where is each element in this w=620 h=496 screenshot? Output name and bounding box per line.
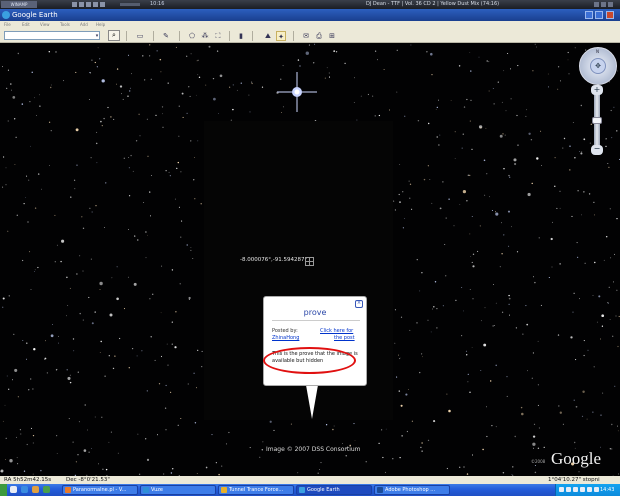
author-link[interactable]: ZhinaHong (272, 335, 299, 341)
zoom-slider-thumb[interactable] (592, 117, 602, 124)
post-link-line2[interactable]: the post (334, 335, 355, 341)
tray-icon[interactable] (566, 487, 571, 492)
post-link-line1[interactable]: Click here for (320, 328, 353, 334)
balloon-divider (272, 320, 360, 321)
start-button[interactable] (0, 484, 7, 496)
status-dec: Dec -8°0'21.53" (66, 477, 110, 483)
google-earth-icon (299, 487, 305, 493)
task-label: Vuze (151, 487, 163, 493)
close-icon[interactable]: × (355, 300, 363, 308)
zoom-in-button[interactable]: + (591, 85, 603, 95)
firefox-icon (65, 487, 71, 493)
bright-star (277, 72, 317, 112)
quicklaunch-media-icon[interactable] (32, 486, 39, 493)
quicklaunch-ie-icon[interactable] (21, 486, 28, 493)
vuze-icon (143, 487, 149, 493)
popup-tail (306, 385, 318, 419)
task-paranormalne[interactable]: Paranormalne.pl - V... (62, 485, 138, 495)
zoom-out-button[interactable]: − (591, 145, 603, 155)
task-google-earth[interactable]: Google Earth (296, 485, 372, 495)
tray-icon[interactable] (580, 487, 585, 492)
task-label: Paranormalne.pl - V... (73, 487, 127, 493)
taskbar-clock: 14:43 (600, 487, 615, 493)
north-indicator: N (596, 49, 599, 54)
taskbar: Paranormalne.pl - V... Vuze Tunnel Tranc… (0, 484, 620, 496)
quicklaunch-app-icon[interactable] (43, 486, 50, 493)
balloon-title: prove (303, 308, 327, 317)
task-label: Google Earth (307, 487, 340, 493)
tray-icon[interactable] (587, 487, 592, 492)
task-label: Tunnel Trance Force... (229, 487, 284, 493)
tray-icon[interactable] (573, 487, 578, 492)
task-tunnel-trance[interactable]: Tunnel Trance Force... (218, 485, 294, 495)
task-vuze[interactable]: Vuze (140, 485, 216, 495)
look-joystick-icon[interactable]: ✥ (590, 58, 606, 74)
posted-by-label: Posted by: (272, 328, 298, 334)
task-photoshop[interactable]: Adobe Photoshop ... (374, 485, 450, 495)
tray-icon[interactable] (594, 487, 599, 492)
folder-icon (221, 487, 227, 493)
tray-icon[interactable] (559, 487, 564, 492)
task-label: Adobe Photoshop ... (385, 487, 436, 493)
navigation-ring[interactable]: N ✥ (579, 47, 617, 85)
crosshair-icon (305, 257, 314, 266)
google-logo: Google (551, 449, 602, 468)
coordinate-label: -8.000076°,-91.594287° (240, 257, 308, 263)
quicklaunch-desktop-icon[interactable] (10, 486, 17, 493)
copyright-small: ©2008 (531, 459, 546, 464)
photoshop-icon (377, 487, 383, 493)
status-fov: 1°04'10.27" stopni (548, 477, 600, 483)
status-bar: RA 5h52m42.15s Dec -8°0'21.53" 1°04'10.2… (0, 476, 620, 484)
image-credit: Image © 2007 DSS Consortium (266, 446, 361, 453)
status-ra: RA 5h52m42.15s (4, 477, 52, 483)
red-highlight-circle (263, 347, 356, 374)
